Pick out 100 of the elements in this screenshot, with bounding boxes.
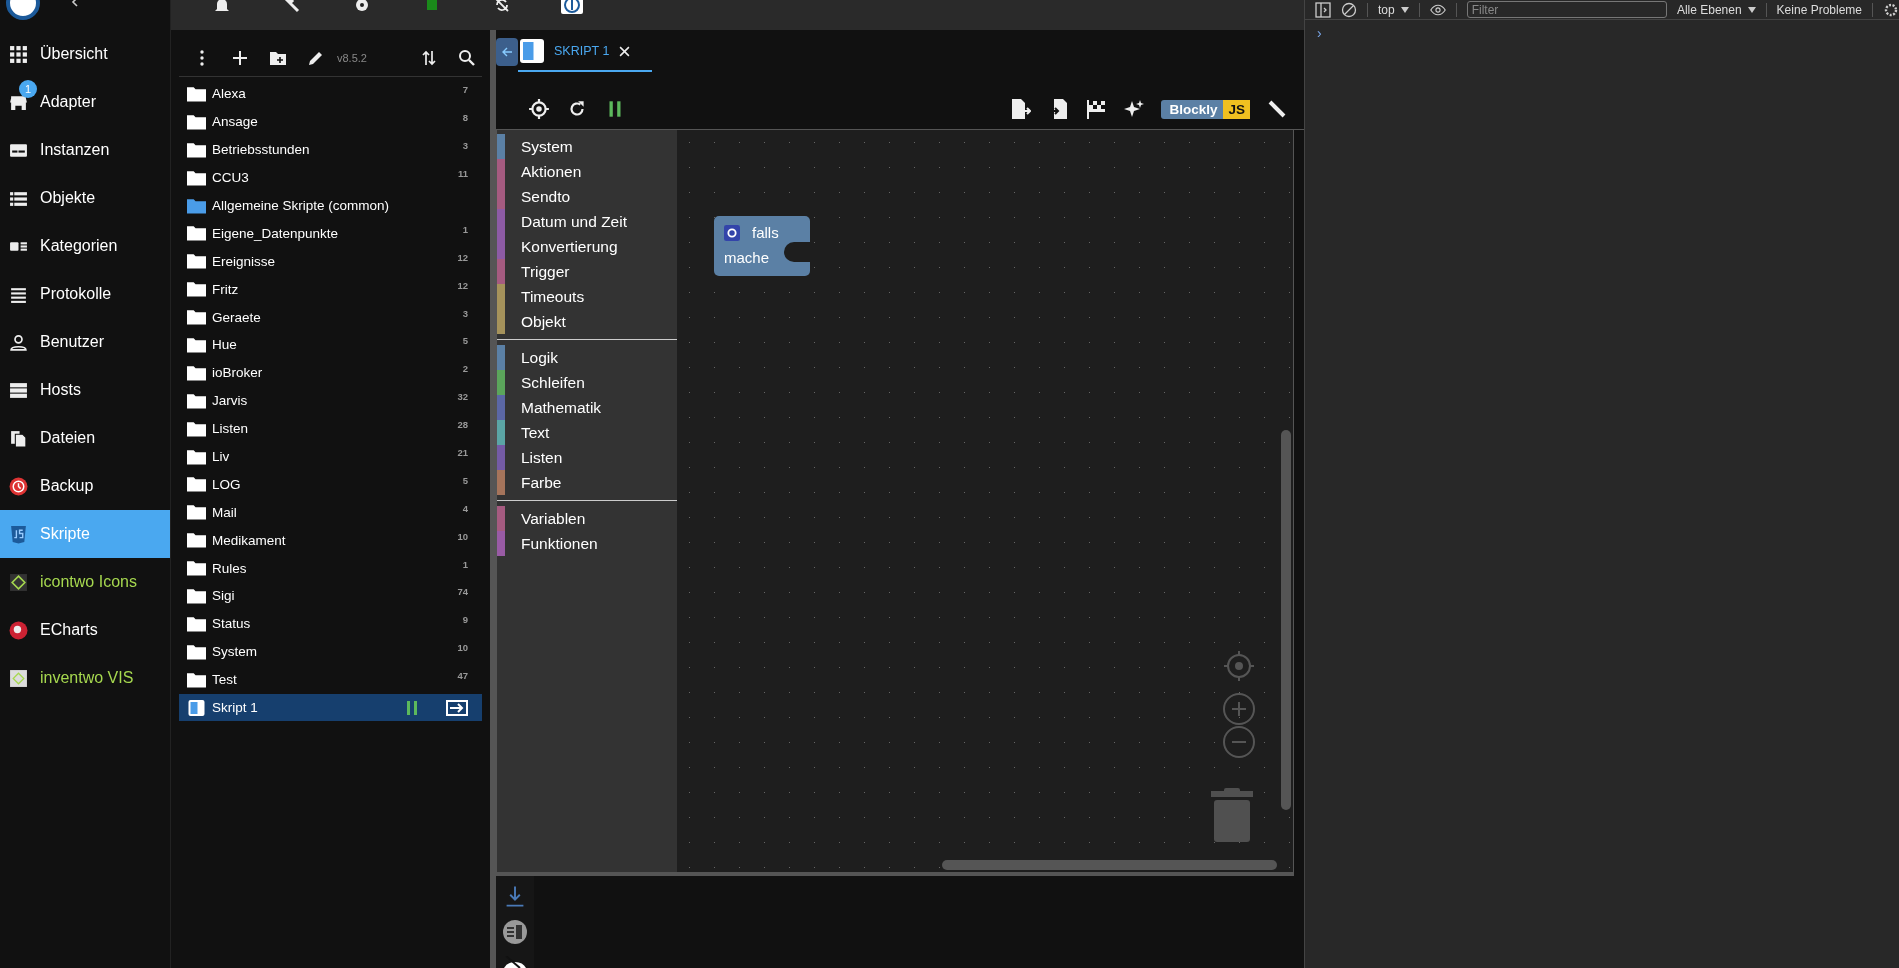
arrow-left-icon [501, 46, 513, 58]
sort-icon[interactable] [420, 49, 438, 67]
settings-icon[interactable] [1883, 1, 1899, 18]
nav-item[interactable]: Protokolle [0, 270, 170, 318]
script-tree-item[interactable]: Rules 1 [179, 554, 482, 583]
toolbox-category[interactable]: Listen [497, 445, 677, 470]
script-tree-item[interactable]: Sigi 74 [179, 582, 482, 610]
search-icon[interactable] [458, 49, 476, 67]
script-tree-item[interactable]: Test 47 [179, 665, 482, 694]
category-label: Timeouts [521, 287, 585, 306]
script-tree-item[interactable]: CCU3 11 [179, 163, 482, 192]
logo-icon[interactable] [561, 0, 583, 14]
sidebar-toggle-icon[interactable] [1315, 1, 1331, 18]
toolbox-category[interactable]: Variablen [497, 506, 677, 531]
visibility-off-icon[interactable] [503, 956, 527, 968]
folder-icon [187, 169, 206, 186]
script-name: Liv [212, 449, 230, 464]
nav-item[interactable]: inventwo VIS [0, 654, 170, 702]
folder-icon [187, 85, 206, 102]
script-tree-item[interactable]: LOG 5 [179, 470, 482, 499]
nav-item[interactable]: Übersicht [0, 30, 170, 78]
nav-item[interactable]: Benutzer [0, 318, 170, 366]
nav-item[interactable]: ECharts [0, 606, 170, 654]
folder-icon [187, 392, 206, 409]
target-icon[interactable] [528, 98, 550, 121]
close-icon[interactable] [619, 45, 631, 57]
toolbox-category[interactable]: Konvertierung [497, 234, 677, 259]
toolbox-category[interactable]: Funktionen [497, 531, 677, 556]
script-tree-item[interactable]: Ereignisse 12 [179, 247, 482, 276]
folder-icon [187, 476, 206, 493]
blockly-script-icon [520, 39, 544, 63]
collapse-icon[interactable] [70, 0, 80, 7]
toolbox-category[interactable]: Aktionen [497, 159, 677, 184]
script-tree-item[interactable]: Eigene_Datenpunkte 1 [179, 219, 482, 248]
script-tree-item[interactable]: Allgemeine Skripte (common) [179, 191, 482, 220]
category-label: Variablen [521, 509, 586, 528]
folder-icon [187, 615, 206, 632]
folder-icon [187, 364, 206, 381]
script-tree-item[interactable]: Fritz 12 [179, 275, 482, 304]
script-tree-item[interactable]: Status 9 [179, 609, 482, 638]
toolbox-category[interactable]: Timeouts [497, 284, 677, 309]
script-name: Eigene_Datenpunkte [212, 225, 339, 241]
script-tree-item[interactable]: Betriebsstunden 3 [179, 135, 482, 164]
script-tree-item[interactable]: Mail 4 [179, 498, 482, 527]
toolbox-category[interactable]: Text [497, 420, 677, 445]
toolbox-category[interactable]: Trigger [497, 259, 677, 284]
log-layout-icon[interactable] [503, 920, 527, 944]
toolbox-category[interactable]: Objekt [497, 309, 677, 334]
pause-icon[interactable] [406, 700, 418, 715]
nav-item[interactable]: Hosts [0, 366, 170, 414]
script-tree-item[interactable]: Ansage 8 [179, 107, 482, 136]
folder-add-icon[interactable] [269, 49, 287, 67]
folder-icon [187, 141, 206, 158]
add-icon[interactable] [231, 49, 249, 67]
nav-item[interactable]: Objekte [0, 174, 170, 222]
vertical-scrollbar[interactable] [1281, 430, 1291, 810]
script-tree-item[interactable]: Alexa 7 [179, 80, 482, 108]
nav-item[interactable]: Backup [0, 462, 170, 510]
file-export-icon[interactable] [1009, 98, 1032, 121]
toolbox-category[interactable]: Logik [497, 345, 677, 370]
script-tree-item[interactable]: System 10 [179, 637, 482, 666]
category-label: System [521, 137, 573, 156]
caret-icon [1747, 6, 1756, 13]
checkered-flag-icon[interactable] [1085, 98, 1108, 121]
script-tree-item[interactable]: Geraete 3 [179, 303, 482, 331]
toolbox-category[interactable]: Schleifen [497, 370, 677, 395]
nav-item[interactable]: Kategorien [0, 222, 170, 270]
category-label: Datum und Zeit [521, 212, 627, 231]
log-levels-dropdown[interactable]: Alle Ebenen [1676, 2, 1756, 17]
toolbox-category[interactable]: Mathematik [497, 395, 677, 420]
toolbox-category[interactable]: System [497, 134, 677, 159]
console-prompt[interactable]: › [1317, 25, 1322, 41]
issues-button[interactable]: Keine Probleme [1776, 2, 1862, 17]
script-tree-item[interactable]: Jarvis 32 [179, 386, 482, 415]
category-label: Funktionen [521, 534, 598, 553]
script-count: 5 [462, 335, 468, 347]
script-tree-item[interactable]: Listen 28 [179, 414, 482, 443]
toolbox-category[interactable]: Datum und Zeit [497, 209, 677, 234]
script-tree-item[interactable]: Hue 5 [179, 331, 482, 359]
script-tab[interactable]: SKRIPT 1 [518, 32, 652, 72]
nav-item[interactable]: icontwo Icons [0, 558, 170, 606]
context-dropdown[interactable]: top [1378, 2, 1409, 17]
if-block[interactable]: falls mache [714, 216, 810, 276]
horizontal-scrollbar[interactable] [942, 860, 1277, 870]
script-name: Jarvis [212, 393, 248, 409]
clear-icon[interactable] [1341, 1, 1357, 18]
toolbox-category[interactable]: Farbe [497, 470, 677, 495]
script-tree-item[interactable]: ioBroker 2 [179, 358, 482, 387]
script-tree-item[interactable]: Liv 21 [179, 442, 482, 471]
nav-item[interactable]: 1 Adapter [0, 78, 170, 126]
export-icon[interactable] [446, 699, 468, 716]
back-button[interactable] [496, 38, 518, 66]
pencil-icon[interactable] [307, 49, 325, 67]
nav-item[interactable]: Dateien [0, 414, 170, 462]
script-tree-item[interactable]: Medikament 10 [179, 526, 482, 555]
nav-item[interactable]: Instanzen [0, 126, 170, 174]
toolbox-category[interactable]: Sendto [497, 184, 677, 209]
folder-icon [187, 309, 206, 326]
filter-field[interactable]: Filter [1466, 1, 1667, 18]
script-tree-item[interactable]: Skript 1 [179, 693, 482, 722]
